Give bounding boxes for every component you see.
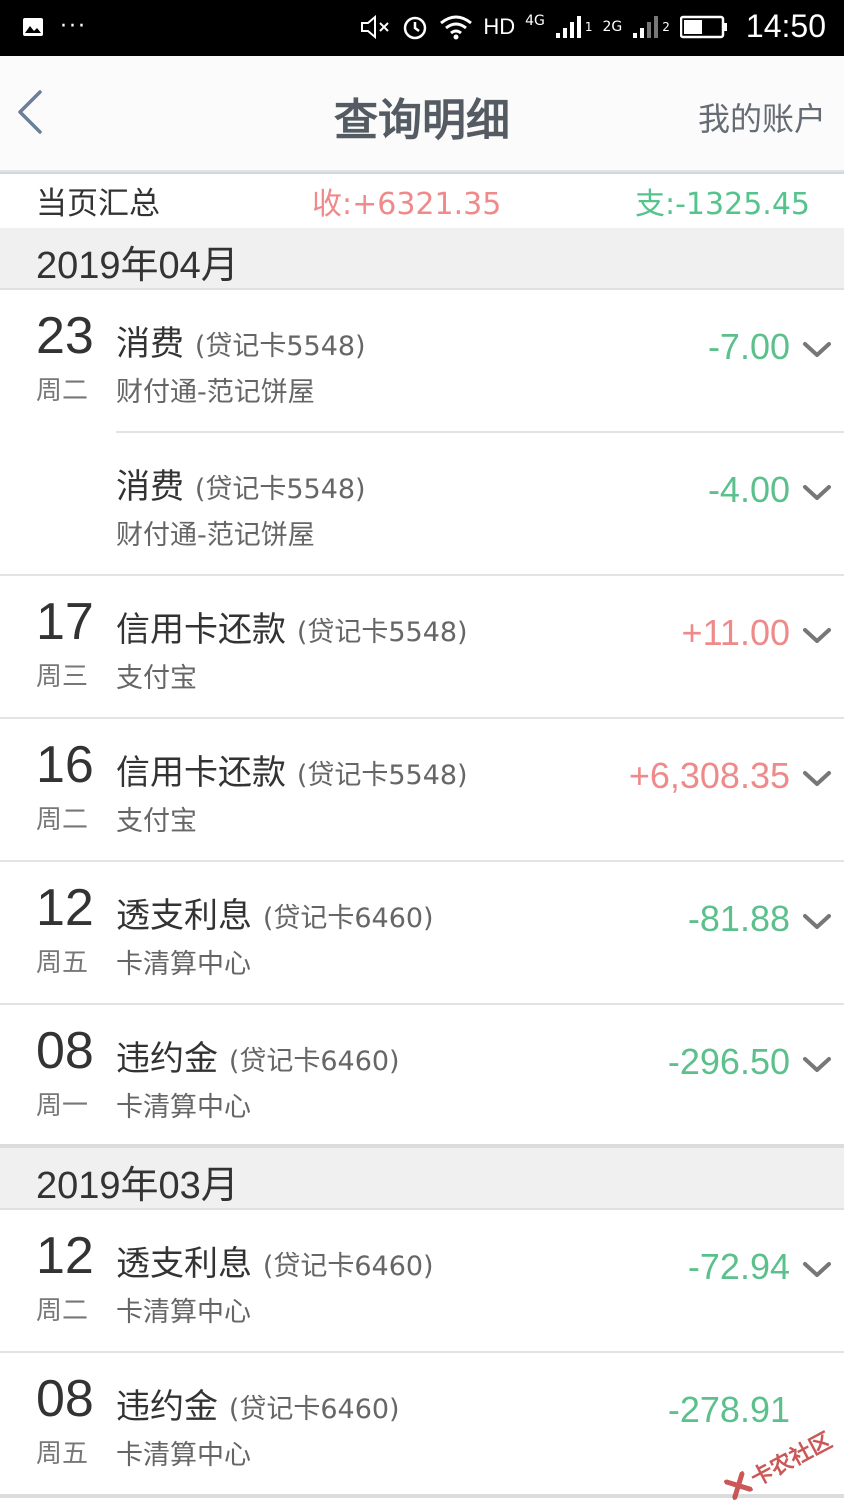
- transaction-row[interactable]: 08 周一 违约金 (贷记卡6460) 卡清算中心 -296.50: [0, 1005, 844, 1147]
- transaction-row[interactable]: 12 周二 透支利息 (贷记卡6460) 卡清算中心 -72.94: [0, 1210, 844, 1352]
- transaction-amount: -296.50: [667, 1041, 790, 1082]
- transaction-card: (贷记卡6460): [228, 1394, 400, 1425]
- chevron-down-icon[interactable]: [802, 340, 832, 360]
- status-bar: ··· HD 4G 1 2G 2 14:50: [0, 0, 844, 56]
- summary-expense: 支:-1325.45: [635, 187, 810, 222]
- transaction-row[interactable]: 17 周三 信用卡还款 (贷记卡5548) 支付宝 +11.00: [0, 576, 844, 718]
- transaction-row[interactable]: 消费 (贷记卡5548) 财付通-范记饼屋 -4.00: [0, 433, 844, 575]
- transaction-merchant: 财付通-范记饼屋: [116, 520, 315, 551]
- signal-sim2-icon: [633, 15, 659, 38]
- transaction-day: 23: [36, 307, 94, 365]
- month-header: 2019年04月: [0, 228, 844, 290]
- signal-sim1-icon: [555, 15, 581, 38]
- transaction-type: 消费: [116, 467, 184, 507]
- network-4g-label: 4G: [525, 13, 545, 30]
- transaction-weekday: 周五: [36, 1439, 89, 1469]
- transaction-row[interactable]: 23 周二 消费 (贷记卡5548) 财付通-范记饼屋 -7.00: [0, 290, 844, 432]
- chevron-down-icon[interactable]: [802, 483, 832, 503]
- transaction-row[interactable]: 16 周二 信用卡还款 (贷记卡5548) 支付宝 +6,308.35: [0, 719, 844, 861]
- transaction-merchant: 卡清算中心: [116, 1297, 251, 1328]
- transaction-type: 违约金: [116, 1387, 218, 1427]
- transaction-day: 08: [36, 1022, 94, 1080]
- transaction-amount: -72.94: [687, 1246, 790, 1287]
- transaction-merchant: 支付宝: [116, 806, 197, 837]
- month-label: 2019年04月: [36, 245, 239, 287]
- transaction-weekday: 周一: [36, 1091, 89, 1121]
- transaction-weekday: 周三: [36, 662, 89, 692]
- month-header: 2019年03月: [0, 1148, 844, 1210]
- chevron-down-icon[interactable]: [802, 769, 832, 789]
- transaction-day: 08: [36, 1370, 94, 1428]
- row-divider: [0, 1494, 844, 1498]
- summary-income: 收:+6321.35: [312, 187, 502, 222]
- transaction-card: (贷记卡6460): [262, 1251, 434, 1282]
- transaction-title: 信用卡还款 (贷记卡5548): [116, 745, 468, 794]
- clock: 14:50: [745, 8, 826, 44]
- network-hd-label: HD: [483, 13, 516, 39]
- page-summary: 当页汇总 收:+6321.35 支:-1325.45: [0, 172, 844, 230]
- alarm-icon: [404, 16, 427, 39]
- transaction-merchant: 支付宝: [116, 663, 197, 694]
- transaction-title: 透支利息 (贷记卡6460): [116, 888, 434, 937]
- transaction-title: 消费 (贷记卡5548): [116, 316, 366, 365]
- chevron-down-icon[interactable]: [802, 912, 832, 932]
- sim2-label: 2: [662, 19, 670, 34]
- network-2g-label: 2G: [602, 18, 623, 35]
- transaction-merchant: 卡清算中心: [116, 949, 251, 980]
- transaction-weekday: 周五: [36, 948, 89, 978]
- transaction-title: 违约金 (贷记卡6460): [116, 1379, 400, 1428]
- transaction-merchant: 卡清算中心: [116, 1092, 251, 1123]
- transaction-day: 17: [36, 593, 94, 651]
- transaction-type: 信用卡还款: [116, 610, 286, 650]
- transaction-amount: +6,308.35: [628, 755, 790, 796]
- nav-bar: 查询明细 我的账户: [0, 56, 844, 172]
- transaction-type: 违约金: [116, 1039, 218, 1079]
- transaction-title: 透支利息 (贷记卡6460): [116, 1236, 434, 1285]
- transaction-day: 12: [36, 1227, 94, 1285]
- transaction-card: (贷记卡6460): [228, 1046, 400, 1077]
- month-label: 2019年03月: [36, 1165, 239, 1207]
- transaction-row[interactable]: 12 周五 透支利息 (贷记卡6460) 卡清算中心 -81.88: [0, 862, 844, 1004]
- summary-label: 当页汇总: [36, 186, 160, 222]
- battery-icon: [679, 15, 727, 38]
- transaction-card: (贷记卡5548): [296, 760, 468, 791]
- transaction-day: 12: [36, 879, 94, 937]
- transaction-weekday: 周二: [36, 805, 89, 835]
- transaction-amount: -7.00: [707, 326, 790, 367]
- transaction-row[interactable]: 08 周五 违约金 (贷记卡6460) 卡清算中心 -278.91: [0, 1353, 844, 1495]
- more-notifications-icon: ···: [60, 14, 87, 39]
- transaction-type: 透支利息: [116, 896, 252, 936]
- transaction-title: 消费 (贷记卡5548): [116, 459, 366, 508]
- transaction-type: 消费: [116, 324, 184, 364]
- transaction-amount: -81.88: [687, 898, 790, 939]
- transaction-amount: -4.00: [707, 469, 790, 510]
- network-4g-group: 4G: [525, 13, 545, 39]
- chevron-down-icon[interactable]: [802, 626, 832, 646]
- sim1-label: 1: [584, 19, 593, 34]
- transaction-card: (贷记卡5548): [296, 617, 468, 648]
- transaction-title: 信用卡还款 (贷记卡5548): [116, 602, 468, 651]
- transaction-title: 违约金 (贷记卡6460): [116, 1031, 400, 1080]
- transaction-weekday: 周二: [36, 376, 89, 406]
- transaction-merchant: 卡清算中心: [116, 1440, 251, 1471]
- image-notification-icon: [23, 17, 43, 36]
- chevron-down-icon[interactable]: [802, 1055, 832, 1075]
- transaction-type: 透支利息: [116, 1244, 252, 1284]
- transaction-day: 16: [36, 736, 94, 794]
- transaction-card: (贷记卡5548): [194, 474, 366, 505]
- wifi-icon: [440, 15, 473, 39]
- transaction-card: (贷记卡5548): [194, 331, 366, 362]
- transaction-merchant: 财付通-范记饼屋: [116, 377, 315, 408]
- transaction-type: 信用卡还款: [116, 753, 286, 793]
- mute-icon: [361, 14, 390, 39]
- transaction-amount: -278.91: [667, 1389, 790, 1430]
- transaction-weekday: 周二: [36, 1296, 89, 1326]
- transaction-card: (贷记卡6460): [262, 903, 434, 934]
- chevron-down-icon[interactable]: [802, 1260, 832, 1280]
- transaction-amount: +11.00: [681, 612, 790, 653]
- my-account-link[interactable]: 我的账户: [698, 94, 826, 140]
